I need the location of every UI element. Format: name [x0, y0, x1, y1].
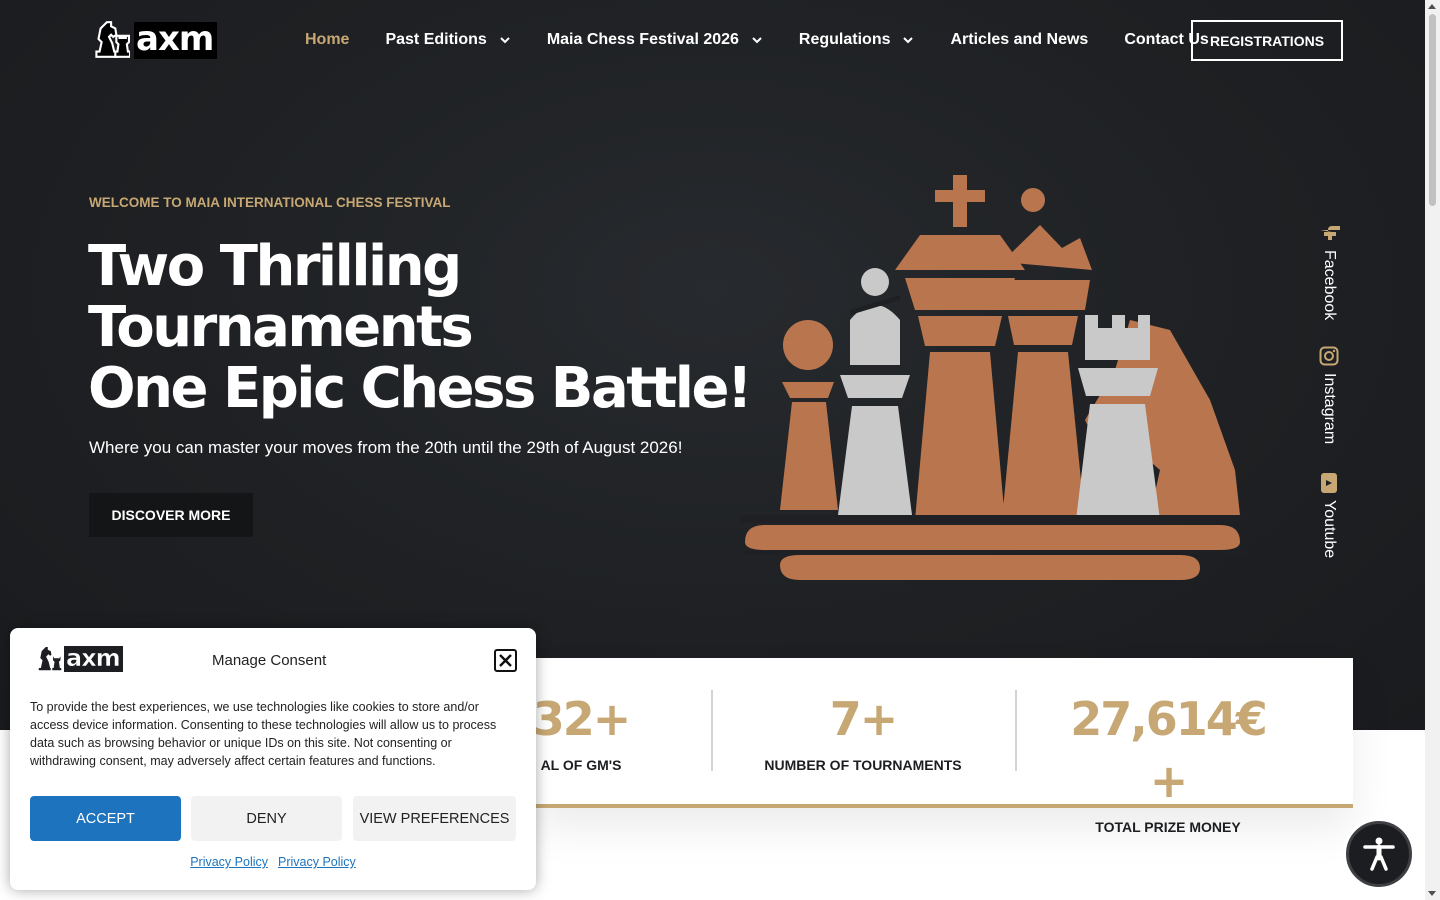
stat-prize-money-value: 27,614€+	[1070, 692, 1268, 808]
consent-logo-wordmark: axm	[64, 646, 123, 672]
privacy-policy-link[interactable]: Privacy Policy	[190, 855, 268, 869]
consent-links: Privacy Policy Privacy Policy	[10, 855, 536, 869]
discover-more-button[interactable]: DISCOVER MORE	[89, 493, 253, 537]
facebook-label: Facebook	[1321, 250, 1338, 321]
nav-articles-and-news[interactable]: Articles and News	[950, 31, 1088, 49]
headline-line-1: Two Thrilling	[88, 234, 462, 299]
chevron-down-icon	[903, 37, 914, 44]
nav-festival-label: Maia Chess Festival 2026	[546, 31, 739, 48]
chevron-down-icon	[500, 37, 510, 44]
deny-button[interactable]: DENY	[191, 796, 342, 841]
social-instagram[interactable]: Instagram	[1318, 345, 1340, 444]
hero-eyebrow: WELCOME TO MAIA INTERNATIONAL CHESS FEST…	[89, 195, 451, 210]
consent-dialog: axm Manage Consent To provide the best e…	[10, 628, 536, 890]
stat-tournaments: 7+ NUMBER OF TOURNAMENTS	[753, 688, 973, 773]
stat-prize-money: 27,614€+ TOTAL PRIZE MONEY	[1058, 688, 1278, 835]
nav-articles-label: Articles and News	[950, 31, 1089, 48]
instagram-icon	[1318, 345, 1340, 367]
chess-pieces-illustration	[740, 175, 1245, 580]
stat-tournaments-value: 7+	[829, 692, 899, 746]
stats-panel: 32+ AL OF GM'S 7+ NUMBER OF TOURNAMENTS …	[533, 658, 1353, 835]
youtube-label: Youtube	[1321, 500, 1338, 559]
hero-headline: Two Thrilling Tournaments One Epic Chess…	[88, 234, 753, 421]
nav-home-label: Home	[305, 31, 350, 48]
consent-title: Manage Consent	[212, 652, 327, 669]
site-logo[interactable]: axm	[88, 18, 220, 62]
chevron-down-icon	[752, 37, 762, 44]
nav-maia-chess-festival-2026[interactable]: Maia Chess Festival 2026	[547, 31, 763, 49]
scroll-up-icon[interactable]	[1428, 4, 1436, 9]
privacy-policy-link[interactable]: Privacy Policy	[278, 855, 356, 869]
page-scrollbar[interactable]	[1425, 0, 1440, 900]
logo-wordmark: axm	[134, 21, 218, 59]
stat-divider	[711, 690, 713, 771]
instagram-label: Instagram	[1321, 373, 1338, 445]
knight-logo-icon	[95, 21, 130, 58]
social-youtube[interactable]: Youtube	[1318, 472, 1340, 558]
stat-divider	[1015, 690, 1017, 771]
accept-button[interactable]: ACCEPT	[30, 796, 181, 841]
headline-line-2: Tournaments	[88, 295, 474, 360]
nav-home[interactable]: Home	[305, 31, 349, 49]
registrations-button[interactable]: REGISTRATIONS	[1191, 20, 1343, 61]
consent-body: To provide the best experiences, we use …	[30, 700, 497, 768]
view-preferences-button[interactable]: VIEW PREFERENCES	[353, 796, 516, 841]
nav-past-editions-label: Past Editions	[385, 31, 487, 48]
consent-logo: axm	[32, 641, 132, 677]
social-facebook[interactable]: Facebook	[1318, 222, 1340, 320]
youtube-icon	[1318, 472, 1340, 494]
stat-prize-money-label: TOTAL PRIZE MONEY	[1095, 819, 1241, 835]
close-icon	[499, 654, 512, 667]
nav-regulations[interactable]: Regulations	[799, 31, 915, 49]
headline-line-3: One Epic Chess Battle!	[88, 356, 753, 421]
facebook-icon	[1318, 222, 1340, 244]
close-button[interactable]	[494, 649, 517, 672]
scroll-down-icon[interactable]	[1428, 891, 1436, 896]
knight-logo-icon	[37, 645, 62, 672]
accessibility-button[interactable]	[1346, 821, 1412, 887]
nav-regulations-label: Regulations	[798, 31, 891, 48]
hero-subheadline: Where you can master your moves from the…	[89, 438, 683, 457]
nav-past-editions[interactable]: Past Editions	[385, 31, 510, 49]
stat-tournaments-label: NUMBER OF TOURNAMENTS	[764, 757, 962, 773]
scrollbar-thumb[interactable]	[1429, 14, 1436, 206]
accessibility-icon	[1363, 837, 1395, 871]
main-nav: Home Past Editions Maia Chess Festival 2…	[305, 28, 1209, 52]
